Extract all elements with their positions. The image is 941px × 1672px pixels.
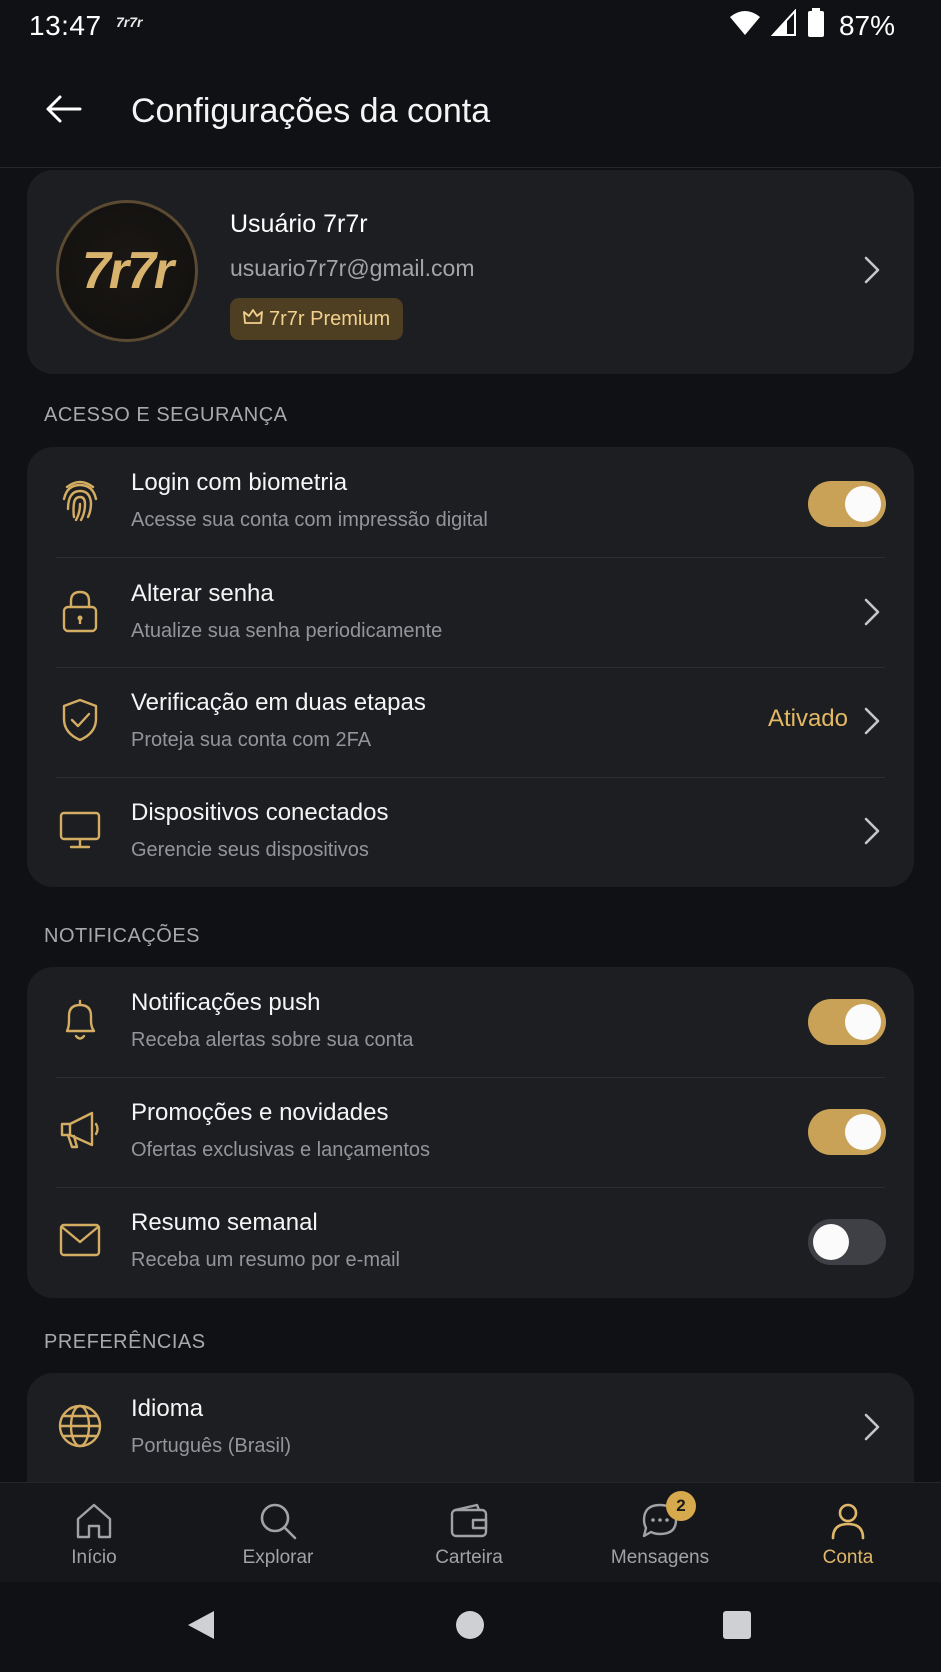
row-language[interactable]: Idioma Português (Brasil) (27, 1373, 914, 1482)
nav-label: Conta (822, 1547, 874, 1568)
globe-icon (54, 1400, 106, 1452)
row-title: Login com biometria (131, 469, 348, 496)
page-title: Configurações da conta (131, 92, 491, 130)
crown-icon (243, 308, 263, 331)
row-two-step-verification[interactable]: Verificação em duas etapas Proteja sua c… (27, 667, 914, 777)
row-subtitle: Proteja sua conta com 2FA (131, 729, 372, 751)
row-subtitle: Atualize sua senha periodicamente (131, 620, 443, 642)
nav-item-account[interactable]: Conta (754, 1483, 941, 1583)
section-label-preferences: PREFERÊNCIAS (44, 1331, 206, 1353)
nav-label: Início (71, 1547, 117, 1568)
monitor-icon (54, 804, 106, 856)
toggle-knob (845, 1114, 881, 1150)
nav-label: Explorar (242, 1547, 314, 1568)
profile-email: usuario7r7r@gmail.com (230, 255, 475, 281)
square-recents-icon (722, 1610, 752, 1645)
row-subtitle: Receba um resumo por e-mail (131, 1249, 400, 1271)
battery-percent: 87% (838, 9, 895, 41)
system-navigation-bar (0, 1582, 941, 1672)
row-subtitle: Português (Brasil) (131, 1435, 292, 1457)
row-subtitle: Acesse sua conta com impressão digital (131, 509, 488, 531)
nav-label: Carteira (435, 1547, 503, 1568)
signal-icon (770, 8, 797, 42)
toggle-knob (845, 486, 881, 522)
chevron-right-icon (860, 252, 884, 288)
avatar-logo-text: 7r7r (81, 242, 174, 300)
arrow-left-icon (44, 94, 82, 129)
status-activated: Ativado (767, 705, 848, 732)
nav-item-explore[interactable]: Explorar (184, 1483, 372, 1583)
nav-item-home[interactable]: Início (0, 1483, 188, 1583)
premium-badge-label: 7r7r Premium (269, 307, 391, 330)
lock-icon (54, 585, 106, 637)
chevron-right-icon (860, 1409, 884, 1445)
profile-card[interactable]: 7r7r Usuário 7r7r usuario7r7r@gmail.com … (27, 170, 914, 374)
search-icon (256, 1499, 300, 1543)
wallet-icon (447, 1499, 491, 1543)
row-title: Dispositivos conectados (131, 799, 389, 826)
system-back-button[interactable] (176, 1602, 226, 1652)
account-settings-screen: 13:47 7r7r 87% Configurações da conta 7r… (0, 0, 941, 1672)
section-label-security: ACESSO E SEGURANÇA (44, 404, 288, 426)
nav-label: Mensagens (610, 1547, 710, 1568)
megaphone-icon (54, 1104, 106, 1156)
toggle-knob (813, 1224, 849, 1260)
system-home-button[interactable] (445, 1602, 495, 1652)
row-promotions[interactable]: Promoções e novidades Ofertas exclusivas… (27, 1077, 914, 1187)
row-title: Idioma (131, 1395, 204, 1422)
row-subtitle: Gerencie seus dispositivos (131, 839, 369, 861)
chevron-right-icon (860, 813, 884, 849)
section-label-notifications: NOTIFICAÇÕES (44, 925, 201, 947)
mail-icon (54, 1214, 106, 1266)
circle-home-icon (455, 1610, 485, 1645)
row-title: Verificação em duas etapas (131, 689, 426, 716)
back-button[interactable] (36, 84, 90, 138)
status-bar: 13:47 7r7r 87% (0, 0, 941, 56)
chat-icon: 2 (638, 1491, 696, 1543)
app-header: Configurações da conta (0, 56, 941, 168)
triangle-back-icon (186, 1609, 216, 1646)
row-title: Promoções e novidades (131, 1099, 389, 1126)
chevron-right-icon (860, 594, 884, 630)
settings-content[interactable]: 7r7r Usuário 7r7r usuario7r7r@gmail.com … (0, 168, 941, 1482)
shield-check-icon (54, 694, 106, 746)
promotions-toggle[interactable] (808, 1109, 886, 1155)
weekly-summary-toggle[interactable] (808, 1219, 886, 1265)
messages-badge: 2 (666, 1491, 696, 1521)
bottom-navigation: Início Explorar Carteira 2 Mensagens Con… (0, 1482, 941, 1582)
row-weekly-summary[interactable]: Resumo semanal Receba um resumo por e-ma… (27, 1187, 914, 1297)
row-subtitle: Ofertas exclusivas e lançamentos (131, 1139, 431, 1161)
row-subtitle: Receba alertas sobre sua conta (131, 1029, 414, 1051)
home-icon (72, 1499, 116, 1543)
nav-item-messages[interactable]: 2 Mensagens (566, 1483, 754, 1583)
preferences-card: Idioma Português (Brasil) (27, 1373, 914, 1482)
biometric-toggle[interactable] (808, 481, 886, 527)
user-icon (826, 1499, 870, 1543)
profile-name: Usuário 7r7r (230, 210, 368, 238)
status-app-logo: 7r7r (116, 14, 143, 30)
bell-icon (54, 994, 106, 1046)
fingerprint-icon (54, 474, 106, 526)
row-title: Resumo semanal (131, 1209, 318, 1236)
row-change-password[interactable]: Alterar senha Atualize sua senha periodi… (27, 558, 914, 668)
nav-item-wallet[interactable]: Carteira (375, 1483, 563, 1583)
status-time: 13:47 (29, 10, 102, 41)
avatar: 7r7r (56, 200, 198, 342)
wifi-icon (729, 9, 761, 42)
row-title: Alterar senha (131, 580, 274, 607)
row-biometric-login[interactable]: Login com biometria Acesse sua conta com… (27, 447, 914, 557)
battery-icon (807, 8, 825, 43)
chevron-right-icon (860, 703, 884, 739)
row-push-notifications[interactable]: Notificações push Receba alertas sobre s… (27, 967, 914, 1077)
security-card: Login com biometria Acesse sua conta com… (27, 447, 914, 887)
status-icons: 87% (729, 8, 895, 43)
premium-badge: 7r7r Premium (230, 298, 404, 340)
row-connected-devices[interactable]: Dispositivos conectados Gerencie seus di… (27, 777, 914, 887)
system-recents-button[interactable] (712, 1602, 762, 1652)
row-title: Notificações push (131, 989, 321, 1016)
notifications-card: Notificações push Receba alertas sobre s… (27, 967, 914, 1298)
toggle-knob (845, 1004, 881, 1040)
push-notifications-toggle[interactable] (808, 999, 886, 1045)
